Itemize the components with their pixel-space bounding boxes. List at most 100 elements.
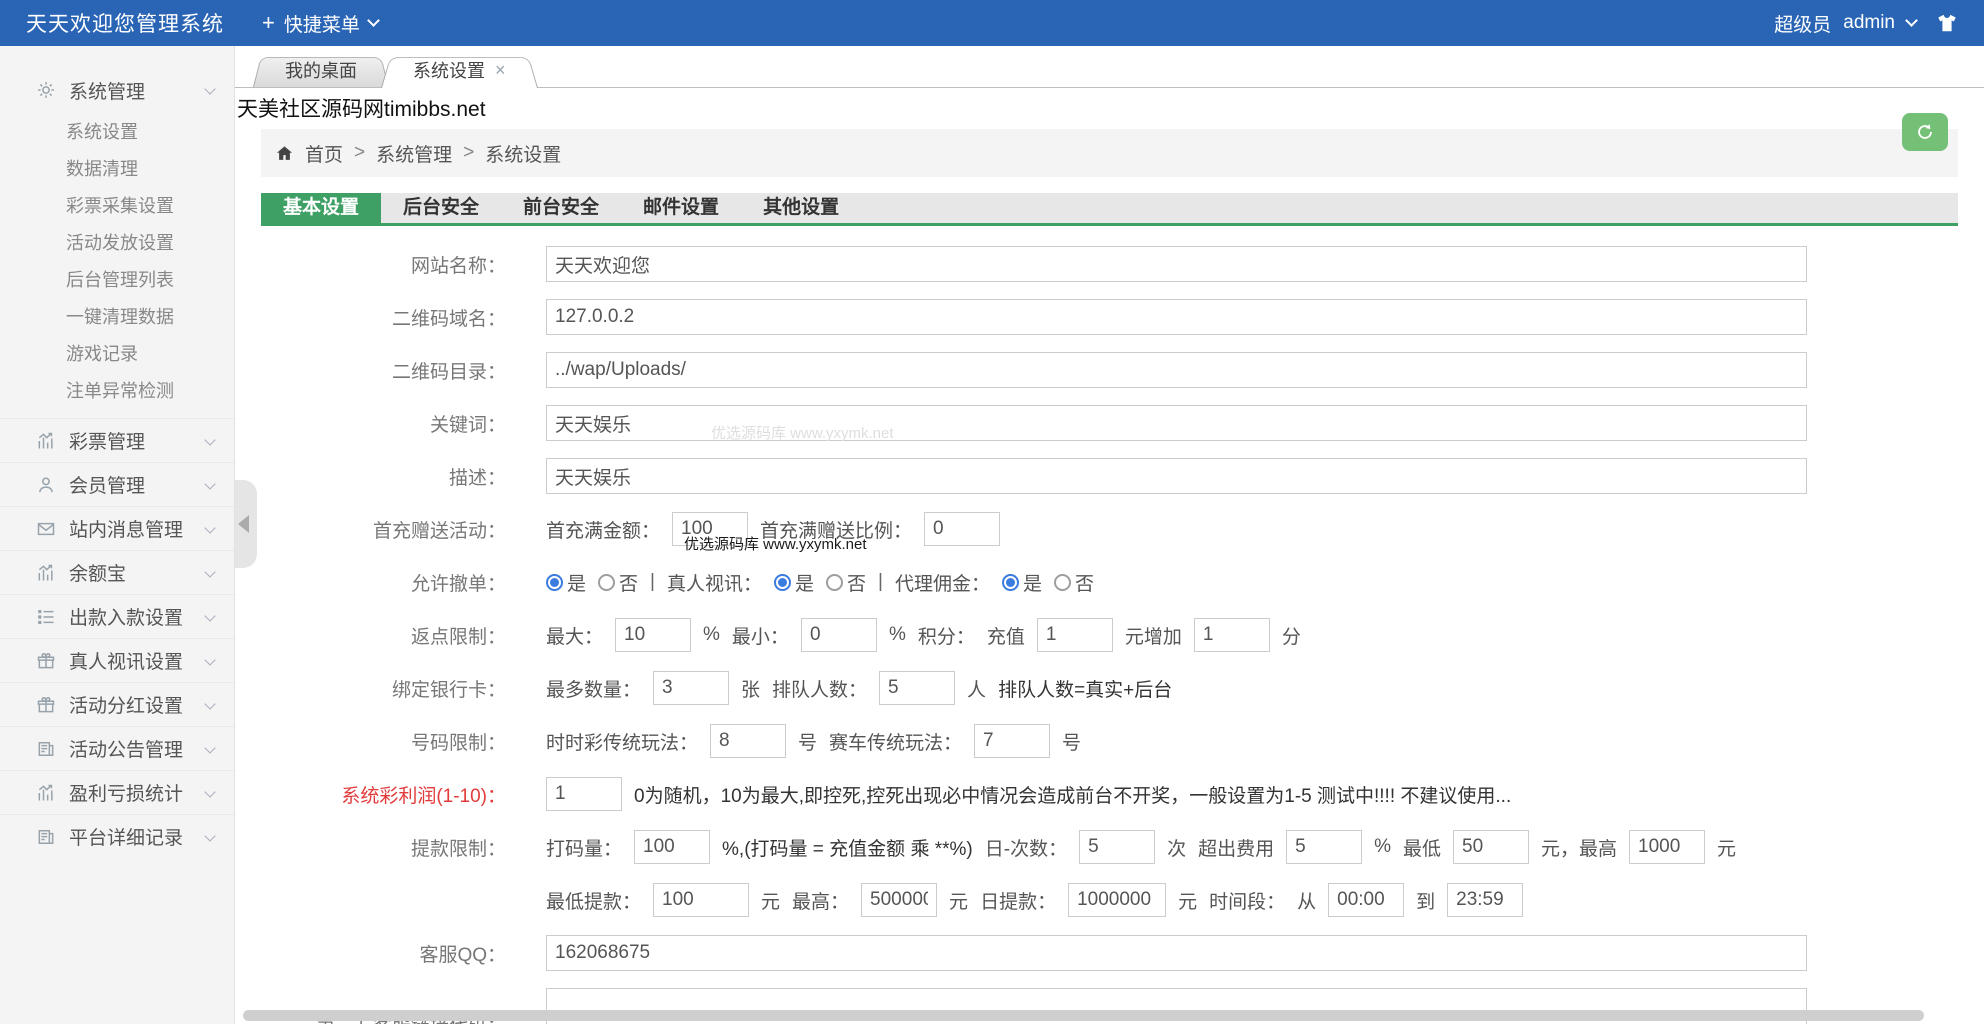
queue-count-input[interactable]	[879, 671, 955, 705]
sidebar-subitem-admin-list[interactable]: 后台管理列表	[0, 262, 234, 299]
refresh-button[interactable]	[1902, 113, 1948, 151]
points-add-input[interactable]	[1194, 618, 1270, 652]
sidebar-subitem-bet-anomaly[interactable]: 注单异常检测	[0, 373, 234, 410]
chevron-down-icon	[204, 830, 215, 841]
newspaper-icon	[36, 739, 56, 759]
sidebar-item-payment[interactable]: 出款入款设置	[0, 594, 234, 638]
sidebar-item-dividend[interactable]: 活动分红设置	[0, 682, 234, 726]
live-video-no-radio[interactable]	[826, 574, 843, 591]
sidebar-item-platform-records[interactable]: 平台详细记录	[0, 814, 234, 858]
bank-card-max-input[interactable]	[653, 671, 729, 705]
rebate-max-input[interactable]	[615, 618, 691, 652]
newspaper-icon	[36, 827, 56, 847]
row-allow-cancel: 允许撤单： 是 否 | 真人视讯： 是 否 | 代理佣金： 是 否	[235, 564, 1984, 600]
theme-tshirt-icon[interactable]	[1936, 12, 1958, 34]
max-withdraw-input[interactable]	[861, 883, 937, 917]
breadcrumb-page: 系统设置	[485, 140, 561, 167]
row-qr-domain: 二维码域名：	[235, 299, 1984, 335]
qr-dir-input[interactable]	[546, 352, 1807, 388]
daily-withdraw-input[interactable]	[1068, 883, 1166, 917]
sidebar-item-announcement[interactable]: 活动公告管理	[0, 726, 234, 770]
row-service-qq: 客服QQ：	[235, 935, 1984, 971]
tab-basic-settings[interactable]: 基本设置	[261, 193, 381, 223]
ssc-number-input[interactable]	[710, 724, 786, 758]
main-content: 我的桌面 系统设置 × 天美社区源码网timibbs.net 首页 > 系统管理…	[234, 46, 1984, 1024]
chevron-down-icon	[204, 698, 215, 709]
sidebar-item-system[interactable]: 系统管理	[0, 68, 234, 112]
allow-cancel-no-radio[interactable]	[598, 574, 615, 591]
row-number-limit: 号码限制： 时时彩传统玩法： 号 赛车传统玩法： 号	[235, 723, 1984, 759]
row-bank-card: 绑定银行卡： 最多数量： 张 排队人数： 人 排队人数=真实+后台	[235, 670, 1984, 706]
sidebar-item-profit-loss[interactable]: 盈利亏损统计	[0, 770, 234, 814]
sidebar-subitem-lottery-collect[interactable]: 彩票采集设置	[0, 188, 234, 225]
row-withdraw-limit: 提款限制： 打码量： %,(打码量 = 充值金额 乘 **%) 日-次数： 次 …	[235, 829, 1984, 865]
sidebar-submenu-system: 系统设置 数据清理 彩票采集设置 活动发放设置 后台管理列表 一键清理数据 游戏…	[0, 112, 234, 418]
gift-icon	[36, 651, 56, 671]
shell: 系统管理 系统设置 数据清理 彩票采集设置 活动发放设置 后台管理列表 一键清理…	[0, 46, 1984, 1024]
sidebar-item-live-video[interactable]: 真人视讯设置	[0, 638, 234, 682]
tab-system-settings[interactable]: 系统设置 ×	[381, 53, 538, 87]
sidebar-item-lottery[interactable]: 彩票管理	[0, 418, 234, 462]
list-icon	[36, 607, 56, 627]
qr-domain-input[interactable]	[546, 299, 1807, 335]
sidebar-subitem-one-key-clean[interactable]: 一键清理数据	[0, 299, 234, 336]
min-withdraw-input[interactable]	[653, 883, 749, 917]
sidebar-collapse-handle[interactable]	[235, 480, 257, 568]
topbar-right: 超级员 admin	[1774, 10, 1958, 37]
sidebar-item-members[interactable]: 会员管理	[0, 462, 234, 506]
excess-fee-input[interactable]	[1286, 830, 1362, 864]
chart-icon	[36, 431, 56, 451]
row-first-charge: 首充赠送活动： 首充满金额： 首充满赠送比例：	[235, 511, 1984, 547]
site-name-input[interactable]	[546, 246, 1807, 282]
first-charge-ratio-input[interactable]	[924, 512, 1000, 546]
tab-front-security[interactable]: 前台安全	[501, 193, 621, 223]
sidebar-subitem-activity-grant[interactable]: 活动发放设置	[0, 225, 234, 262]
row-rebate-limit: 返点限制： 最大： % 最小： % 积分： 充值 元增加 分	[235, 617, 1984, 653]
fee-min-input[interactable]	[1453, 830, 1529, 864]
user-icon	[36, 475, 56, 495]
username-dropdown[interactable]: admin	[1843, 12, 1895, 34]
tab-admin-security[interactable]: 后台安全	[381, 193, 501, 223]
tab-other-settings[interactable]: 其他设置	[741, 193, 861, 223]
sidebar-subitem-data-cleanup[interactable]: 数据清理	[0, 151, 234, 188]
quick-menu-button[interactable]: + 快捷菜单	[262, 10, 378, 37]
settings-tabs: 基本设置 后台安全 前台安全 邮件设置 其他设置	[261, 193, 1958, 226]
envelope-icon	[36, 519, 56, 539]
plus-icon: +	[262, 12, 275, 34]
breadcrumb-home[interactable]: 首页	[305, 140, 343, 167]
system-profit-input[interactable]	[546, 777, 622, 811]
close-icon[interactable]: ×	[495, 60, 506, 81]
chevron-down-icon	[204, 522, 215, 533]
row-qr-dir: 二维码目录：	[235, 352, 1984, 388]
horizontal-scrollbar[interactable]	[243, 1010, 1924, 1021]
tab-my-desktop[interactable]: 我的桌面	[253, 53, 389, 87]
time-from-input[interactable]	[1328, 883, 1404, 917]
chevron-down-icon	[204, 742, 215, 753]
breadcrumb-section[interactable]: 系统管理	[376, 140, 452, 167]
quick-menu-label: 快捷菜单	[284, 10, 360, 37]
sidebar-item-yuebao[interactable]: 余额宝	[0, 550, 234, 594]
allow-cancel-yes-radio[interactable]	[546, 574, 563, 591]
tab-mail-settings[interactable]: 邮件设置	[621, 193, 741, 223]
fee-max-input[interactable]	[1629, 830, 1705, 864]
live-video-yes-radio[interactable]	[774, 574, 791, 591]
chevron-down-icon	[204, 654, 215, 665]
gear-icon	[36, 80, 56, 100]
points-charge-input[interactable]	[1037, 618, 1113, 652]
site-watermark-title: 天美社区源码网timibbs.net	[237, 93, 1984, 123]
service-qq-input[interactable]	[546, 935, 1807, 971]
sidebar-subitem-system-settings[interactable]: 系统设置	[0, 114, 234, 151]
sidebar-item-messages[interactable]: 站内消息管理	[0, 506, 234, 550]
description-input[interactable]	[546, 458, 1807, 494]
dama-input[interactable]	[634, 830, 710, 864]
racing-number-input[interactable]	[974, 724, 1050, 758]
agent-commission-no-radio[interactable]	[1054, 574, 1071, 591]
time-to-input[interactable]	[1447, 883, 1523, 917]
agent-commission-yes-radio[interactable]	[1002, 574, 1019, 591]
daily-times-input[interactable]	[1079, 830, 1155, 864]
chevron-down-icon	[204, 434, 215, 445]
home-icon	[275, 144, 294, 163]
triangle-left-icon	[238, 515, 249, 533]
sidebar-subitem-game-records[interactable]: 游戏记录	[0, 336, 234, 373]
rebate-min-input[interactable]	[801, 618, 877, 652]
